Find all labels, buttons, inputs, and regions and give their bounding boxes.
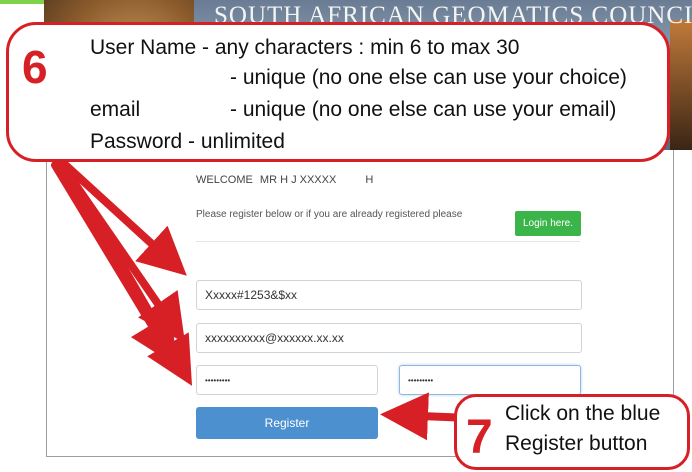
step-6-number: 6 xyxy=(22,41,48,93)
callout6-password-rule: Password - unlimited xyxy=(90,130,285,153)
callout6-email-label: email xyxy=(90,98,141,121)
callout6-username-unique: - unique (no one else can use your choic… xyxy=(230,66,627,89)
callout6-username-rule: User Name - any characters : min 6 to ma… xyxy=(90,36,520,59)
step-7-number: 7 xyxy=(466,411,493,464)
arrow-to-confirm-password xyxy=(62,164,193,386)
callout7-line2: Register button xyxy=(505,432,648,455)
callout6-email-rule: - unique (no one else can use your email… xyxy=(230,98,617,121)
callout7-line1: Click on the blue xyxy=(505,402,661,425)
arrow-to-password xyxy=(51,161,177,366)
